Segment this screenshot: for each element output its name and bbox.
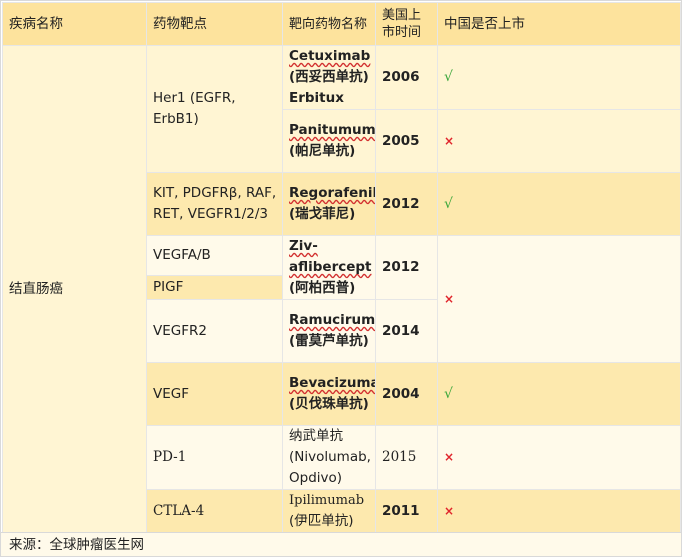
drug-en: Ramucirumab — [289, 312, 376, 328]
document-page: 疾病名称 药物靶点 靶向药物名称 美国上市时间 中国是否上市 结直肠癌 Her1… — [0, 0, 682, 557]
drug-cn: (雷莫芦单抗) — [289, 333, 369, 349]
drug-cell: Cetuximab (西妥西单抗) Erbitux — [282, 45, 376, 110]
cross-mark: × — [444, 450, 455, 464]
cross-mark: × — [444, 133, 455, 148]
target-cell: VEGFR2 — [146, 299, 283, 363]
year-cell: 2011 — [375, 489, 438, 533]
china-cell: √ — [437, 45, 681, 110]
drug-cell: Ziv-aflibercept (阿柏西普) — [282, 235, 376, 300]
source-note: 来源：全球肿瘤医生网 — [1, 532, 681, 556]
check-mark: √ — [444, 385, 453, 402]
drug-en: Regorafenib — [289, 185, 376, 201]
drug-cn: (阿柏西普) — [289, 280, 356, 296]
drug-cn: (西妥西单抗) Erbitux — [289, 69, 369, 106]
year-cell: 2012 — [375, 235, 438, 300]
drug-en: Panitumumab — [289, 122, 376, 138]
china-cell: × — [437, 489, 681, 533]
year-cell: 2005 — [375, 109, 438, 173]
china-cell: × — [437, 109, 681, 173]
header-target: 药物靶点 — [146, 2, 283, 46]
header-us-date: 美国上市时间 — [375, 2, 438, 46]
drug-cn: (瑞戈菲尼) — [289, 206, 356, 222]
drug-cell: Panitumumab (帕尼单抗) — [282, 109, 376, 173]
drug-en: Ziv-aflibercept — [289, 238, 372, 275]
drug-cell: Bevacizumab (贝伐珠单抗) — [282, 362, 376, 426]
drug-en: Ipilimumab — [289, 493, 365, 508]
drug-cell: Ipilimumab (伊匹单抗) — [282, 489, 376, 533]
cross-mark: × — [444, 291, 455, 306]
target-cell: Her1 (EGFR, ErbB1) — [146, 45, 283, 173]
year-cell: 2006 — [375, 45, 438, 110]
target-cell: VEGFA/B — [146, 235, 283, 276]
year-cell: 2012 — [375, 172, 438, 236]
china-cell: √ — [437, 172, 681, 236]
drug-cn: (伊匹单抗) — [289, 513, 354, 529]
header-drug: 靶向药物名称 — [282, 2, 376, 46]
drug-table: 疾病名称 药物靶点 靶向药物名称 美国上市时间 中国是否上市 结直肠癌 Her1… — [2, 2, 681, 533]
china-cell: × — [437, 425, 681, 490]
drug-cn: (帕尼单抗) — [289, 143, 356, 159]
china-cell: √ — [437, 362, 681, 426]
year-cell: 2015 — [375, 425, 438, 490]
target-cell: CTLA-4 — [146, 489, 283, 533]
header-disease: 疾病名称 — [2, 2, 147, 46]
target-cell: PIGF — [146, 275, 283, 300]
year-cell: 2004 — [375, 362, 438, 426]
disease-cell: 结直肠癌 — [2, 45, 147, 533]
drug-cell: 纳武单抗(Nivolumab, Opdivo) — [282, 425, 376, 490]
cross-mark: × — [444, 503, 455, 518]
china-cell: × — [437, 235, 681, 363]
drug-en: Bevacizumab — [289, 375, 375, 391]
check-mark: √ — [444, 69, 453, 85]
target-cell: PD-1 — [146, 425, 283, 490]
drug-cn: (贝伐珠单抗) — [289, 396, 369, 412]
drug-cell: Regorafenib (瑞戈菲尼) — [282, 172, 376, 236]
year-cell: 2014 — [375, 299, 438, 363]
check-mark: √ — [444, 195, 453, 212]
drug-en: Cetuximab — [289, 48, 371, 64]
drug-cell: Ramucirumab (雷莫芦单抗) — [282, 299, 376, 363]
header-china: 中国是否上市 — [437, 2, 681, 46]
target-cell: VEGF — [146, 362, 283, 426]
target-cell: KIT, PDGFRβ, RAF, RET, VEGFR1/2/3 — [146, 172, 283, 236]
